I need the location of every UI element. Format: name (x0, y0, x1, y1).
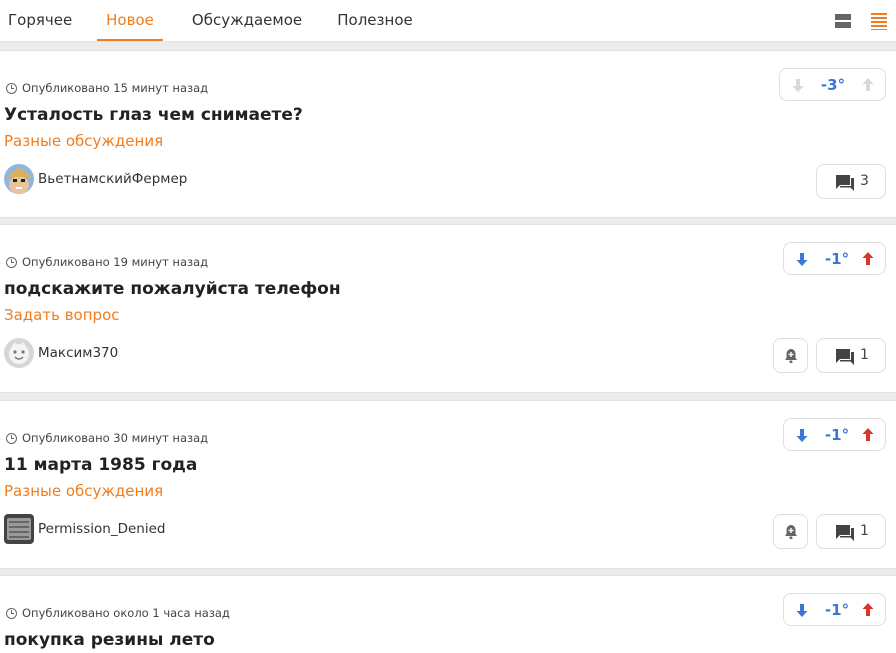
comment-count: 1 (860, 523, 869, 539)
vote-down-icon[interactable] (790, 77, 806, 93)
post-meta: Опубликовано 15 минут назад (6, 81, 208, 95)
subscribe-button[interactable] (773, 514, 808, 549)
subscribe-button[interactable] (773, 338, 808, 373)
post-meta: Опубликовано 30 минут назад (6, 431, 208, 445)
vote-down-icon[interactable] (794, 427, 810, 443)
published-time: Опубликовано 19 минут назад (22, 255, 209, 269)
post-title[interactable]: покупка резины лето (4, 630, 215, 650)
rating-value: -1° (824, 250, 850, 268)
published-time: Опубликовано 15 минут назад (22, 81, 209, 95)
post-title[interactable]: Усталость глаз чем снимаете? (4, 105, 303, 125)
published-time: Опубликовано около 1 часа назад (22, 606, 230, 620)
avatar (4, 338, 34, 368)
bell-icon (785, 349, 797, 363)
tab-new[interactable]: Новое (97, 11, 163, 41)
clock-icon (6, 432, 17, 444)
post-meta: Опубликовано 19 минут назад (6, 255, 208, 269)
tab-hot[interactable]: Горячее (8, 11, 72, 41)
vote-down-icon[interactable] (794, 251, 810, 267)
comment-icon (836, 525, 854, 541)
community-link[interactable]: Задать вопрос (4, 306, 120, 324)
vote-down-icon[interactable] (794, 602, 810, 618)
author-link[interactable]: ВьетнамскийФермер (4, 164, 187, 194)
author-name: ВьетнамскийФермер (38, 171, 188, 187)
rating-control: -1° (783, 418, 886, 451)
author-name: Максим370 (38, 345, 119, 361)
vote-up-icon[interactable] (860, 602, 876, 618)
rating-value: -1° (824, 426, 850, 444)
community-link[interactable]: Разные обсуждения (4, 482, 163, 500)
rating-value: -3° (820, 76, 846, 94)
clock-icon (6, 256, 17, 268)
vote-up-icon[interactable] (860, 427, 876, 443)
view-compact-icon[interactable] (834, 12, 852, 30)
comments-button[interactable]: 1 (816, 338, 886, 373)
post-title[interactable]: подскажите пожалуйста телефон (4, 279, 341, 299)
comments-button[interactable]: 1 (816, 514, 886, 549)
comment-count: 3 (860, 173, 869, 189)
tab-discussed[interactable]: Обсуждаемое (191, 11, 303, 41)
feed-tabs: Горячее Новое Обсуждаемое Полезное (0, 0, 896, 42)
comment-icon (836, 349, 854, 365)
author-name: Permission_Denied (38, 521, 166, 537)
clock-icon (6, 607, 17, 619)
post-card: Опубликовано 19 минут назад подскажите п… (0, 224, 896, 393)
community-link[interactable]: Разные обсуждения (4, 132, 163, 150)
comment-icon (836, 175, 854, 191)
post-meta: Опубликовано около 1 часа назад (6, 606, 230, 620)
post-card: Опубликовано 15 минут назад Усталость гл… (0, 50, 896, 218)
rating-control: -1° (783, 242, 886, 275)
rating-value: -1° (824, 601, 850, 619)
vote-up-icon[interactable] (860, 77, 876, 93)
avatar (4, 514, 34, 544)
post-card: Опубликовано около 1 часа назад покупка … (0, 575, 896, 653)
comments-button[interactable]: 3 (816, 164, 886, 199)
post-title[interactable]: 11 марта 1985 года (4, 455, 197, 475)
view-list-icon[interactable] (870, 12, 888, 30)
rating-control: -3° (779, 68, 886, 101)
comment-count: 1 (860, 347, 869, 363)
avatar (4, 164, 34, 194)
published-time: Опубликовано 30 минут назад (22, 431, 209, 445)
rating-control: -1° (783, 593, 886, 626)
vote-up-icon[interactable] (860, 251, 876, 267)
post-card: Опубликовано 30 минут назад 11 марта 198… (0, 400, 896, 569)
author-link[interactable]: Permission_Denied (4, 514, 165, 544)
tab-useful[interactable]: Полезное (337, 11, 413, 41)
clock-icon (6, 82, 17, 94)
bell-icon (785, 525, 797, 539)
author-link[interactable]: Максим370 (4, 338, 118, 368)
